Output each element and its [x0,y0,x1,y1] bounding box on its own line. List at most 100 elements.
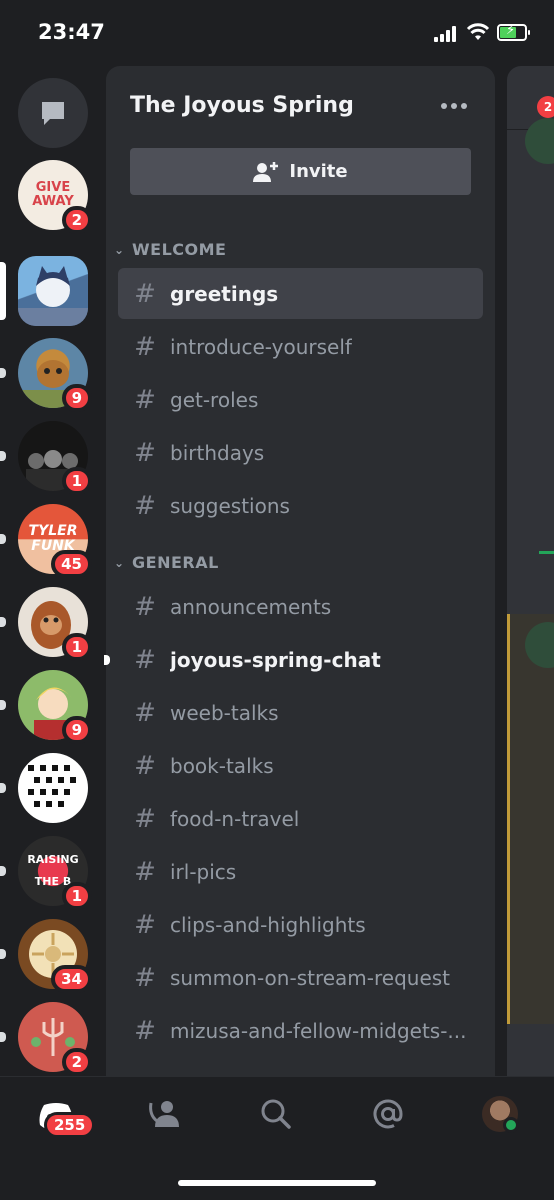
channel-announcements[interactable]: # announcements [118,581,483,632]
header-badge: 2 [537,96,554,118]
server-icon-trident[interactable]: 2 [18,1002,92,1076]
channel-label: suggestions [170,493,290,518]
category-welcome[interactable]: ⌄ WELCOME [114,240,226,259]
mention-badge: 1 [61,882,92,910]
search-icon [261,1099,291,1129]
active-server-indicator [0,262,6,320]
server-icon-4[interactable]: 1 [18,421,92,495]
channel-label: book-talks [170,753,274,778]
channel-joyous-spring-chat[interactable]: # joyous-spring-chat [118,634,483,685]
hash-icon: # [134,644,156,675]
mention-badge: 1 [61,467,92,495]
hash-icon: # [134,697,156,728]
channel-label: food-n-travel [170,806,300,831]
home-notification-badge: 255 [44,1112,96,1138]
channel-label: clips-and-highlights [170,912,366,937]
category-label: GENERAL [132,553,219,572]
channel-clips-and-highlights[interactable]: # clips-and-highlights [118,899,483,950]
tab-friends[interactable] [142,1092,186,1136]
channel-book-talks[interactable]: # book-talks [118,740,483,791]
status-bar: 23:47 ⚡ [0,0,554,66]
mention-badge: 2 [61,206,92,234]
unread-indicator [0,866,6,876]
server-rail: GIVE AWAY 2 9 1 TYLER FUNK 45 1 9 RAISIN… [0,66,106,1076]
channel-get-roles[interactable]: # get-roles [118,374,483,425]
hash-icon: # [134,490,156,521]
invite-label: Invite [289,161,348,182]
dot-icon [461,103,467,109]
tab-mentions[interactable] [366,1092,410,1136]
online-status-icon [503,1117,519,1133]
mention-badge: 1 [61,633,92,661]
home-indicator[interactable] [178,1180,376,1186]
wifi-icon [466,23,490,40]
channel-weeb-talks[interactable]: # weeb-talks [118,687,483,738]
server-icon-letters[interactable] [18,753,88,823]
more-options-button[interactable] [441,103,467,109]
unread-indicator [0,783,6,793]
channel-food-n-travel[interactable]: # food-n-travel [118,793,483,844]
server-name[interactable]: The Joyous Spring [130,93,354,118]
battery-icon: ⚡ [497,23,530,41]
channel-label: weeb-talks [170,700,279,725]
channel-summon-on-stream-request[interactable]: # summon-on-stream-request [118,952,483,1003]
category-label: WELCOME [132,240,227,259]
channel-label: get-roles [170,387,259,412]
channel-birthdays[interactable]: # birthdays [118,427,483,478]
server-icon-orangutan[interactable]: 1 [18,587,92,661]
unread-indicator [0,949,6,959]
server-icon-tyler[interactable]: TYLER FUNK 45 [18,504,92,578]
mention-badge: 9 [61,716,92,744]
mention-badge: 9 [61,384,92,412]
channel-label: summon-on-stream-request [170,965,451,990]
server-avatar-art [18,266,88,326]
server-icon-3[interactable]: 9 [18,338,92,412]
channel-greetings[interactable]: # greetings [118,268,483,319]
hash-icon: # [134,750,156,781]
hash-icon: # [134,437,156,468]
tab-search[interactable] [254,1092,298,1136]
invite-button[interactable]: Invite [130,148,471,195]
hash-icon: # [134,909,156,940]
channel-panel: The Joyous Spring Invite ⌄ WELCOME # gre… [106,66,495,1076]
chat-area-peek[interactable]: 2 [507,66,554,1076]
dot-icon [441,103,447,109]
hash-icon: # [134,856,156,887]
at-sign-icon [373,1099,403,1129]
hash-icon: # [134,331,156,362]
channel-label: greetings [170,281,279,306]
hash-icon: # [134,278,156,309]
chevron-down-icon: ⌄ [114,555,125,570]
channel-label: birthdays [170,440,265,465]
mention-badge: 45 [51,550,92,578]
server-icon-raising[interactable]: RAISING THE B 1 [18,836,92,910]
unread-indicator [0,1032,6,1042]
server-avatar-art [28,765,76,807]
channel-unread-indicator [104,655,110,665]
server-icon-plate[interactable]: 34 [18,919,92,993]
hash-icon: # [134,803,156,834]
dot-icon [451,103,457,109]
mention-badge: 2 [61,1048,92,1076]
server-icon-anime[interactable]: 9 [18,670,92,744]
unread-indicator [0,368,6,378]
chevron-down-icon: ⌄ [114,242,125,257]
server-icon-giveaway[interactable]: GIVE AWAY 2 [18,160,92,234]
direct-messages-button[interactable] [18,78,88,148]
channel-suggestions[interactable]: # suggestions [118,480,483,531]
unread-indicator [0,534,6,544]
channel-label: introduce-yourself [170,334,352,359]
category-general[interactable]: ⌄ GENERAL [114,553,219,572]
channel-label: mizusa-and-fellow-midgets-... [170,1018,467,1043]
server-icon-joyous-spring[interactable] [18,256,88,326]
channel-label: joyous-spring-chat [170,647,381,672]
add-user-icon [253,161,279,182]
unread-indicator [0,451,6,461]
channel-irl-pics[interactable]: # irl-pics [118,846,483,897]
channel-mizusa-and-fellow-midgets[interactable]: # mizusa-and-fellow-midgets-... [118,1005,483,1056]
channel-introduce-yourself[interactable]: # introduce-yourself [118,321,483,372]
friends-icon [149,1101,179,1127]
chat-bubble-icon [42,102,64,125]
mention-badge: 34 [51,965,92,993]
hash-icon: # [134,962,156,993]
